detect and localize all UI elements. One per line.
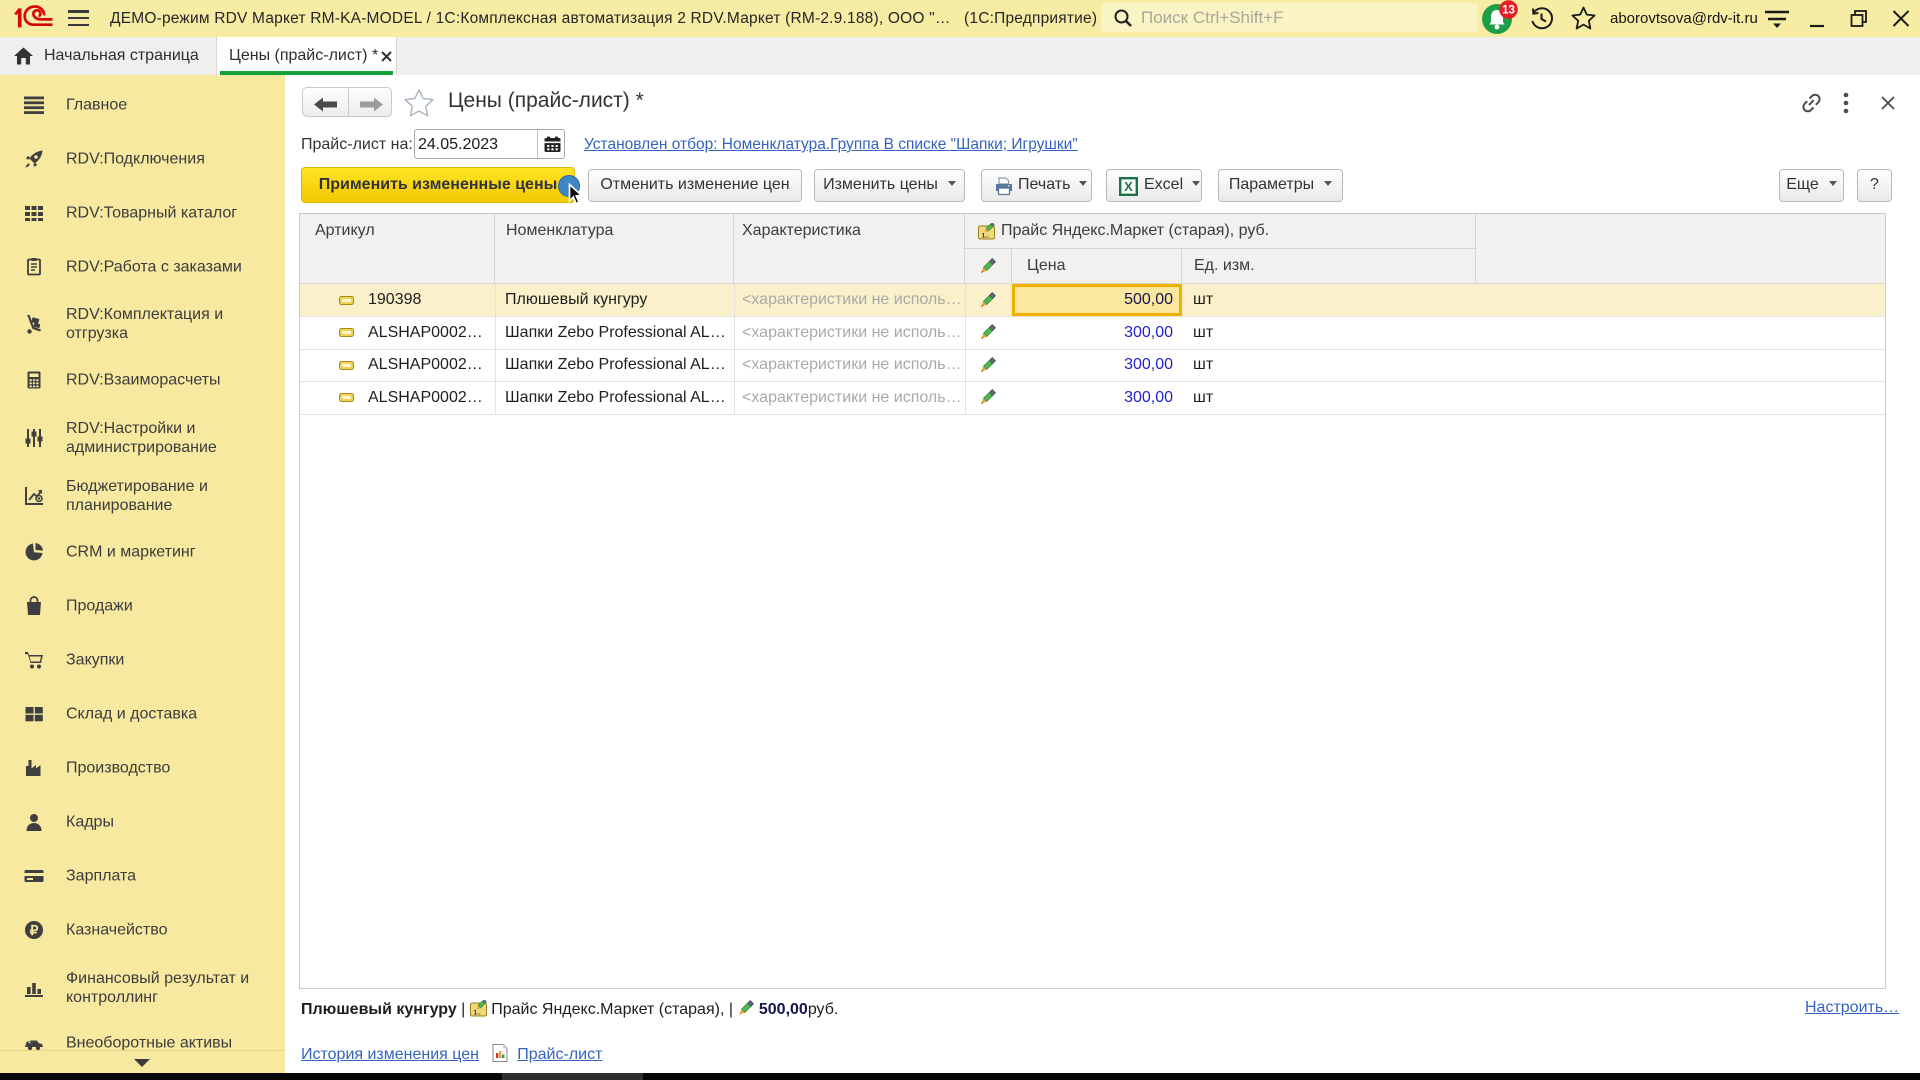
svg-text:1..: 1..: [982, 233, 989, 240]
svg-text:13: 13: [1502, 5, 1515, 17]
svg-text:X: X: [1124, 179, 1133, 194]
svg-text:1..: 1..: [473, 1010, 480, 1017]
svg-text:₽: ₽: [30, 923, 39, 938]
